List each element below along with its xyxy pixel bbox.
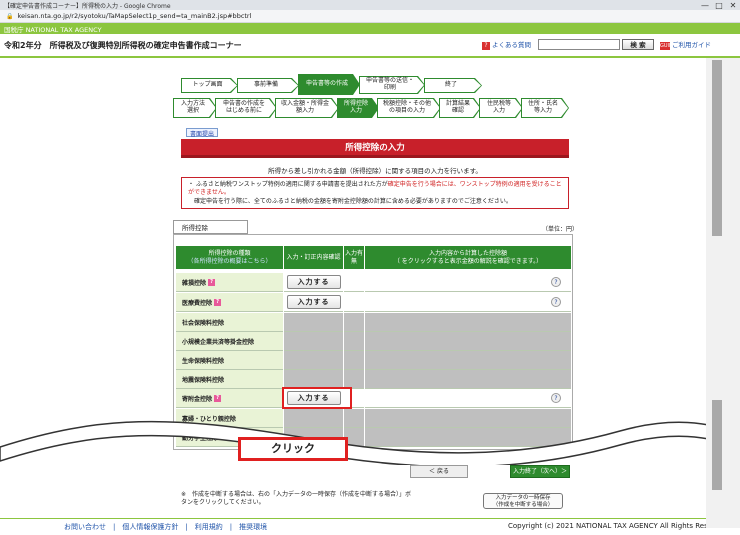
table-row-label: 雑損控除?	[176, 273, 283, 292]
agency-name: 国税庁 NATIONAL TAX AGENCY	[4, 25, 102, 34]
table-cell	[284, 313, 343, 332]
guide-link[interactable]: GUIDEご利用ガイド	[660, 39, 711, 50]
search-input[interactable]	[538, 39, 620, 50]
minimize-button[interactable]: —	[698, 1, 712, 10]
table-row-label: 地震保険料控除	[176, 370, 283, 389]
document-submit-button[interactable]: 書面提出	[186, 128, 219, 138]
substep-method: 入力方法選択	[173, 98, 217, 118]
guide-label[interactable]: ご利用ガイド	[672, 41, 711, 49]
substep-taxcredit: 税額控除・その他の項目の入力	[377, 98, 441, 118]
browser-tab-title: 【確定申告書作成コーナー】所得税の入力 - Google Chrome	[4, 2, 171, 10]
table-row-label: 社会保険料控除	[176, 313, 283, 332]
question-icon[interactable]: ?	[214, 394, 222, 402]
col-header-type: 所得控除の種類 （各所得控除の概要はこちら）	[176, 246, 283, 269]
table-cell	[284, 351, 343, 370]
close-button[interactable]: ✕	[726, 1, 740, 10]
question-icon[interactable]: ?	[214, 298, 222, 306]
table-cell	[365, 332, 571, 351]
table-cell	[344, 273, 364, 292]
faq-link[interactable]: ? よくある質問	[482, 39, 531, 50]
back-button[interactable]: ＜ 戻る	[410, 465, 468, 478]
substep-deduction: 所得控除入力	[337, 98, 379, 118]
copyright: Copyright (c) 2021 NATIONAL TAX AGENCY A…	[508, 522, 731, 530]
step-top: トップ画面	[181, 78, 238, 93]
table-cell	[284, 332, 343, 351]
lock-icon: 🔒	[6, 12, 14, 20]
table-cell	[344, 332, 364, 351]
click-callout: クリック	[238, 437, 348, 461]
page-break-wave	[0, 420, 740, 465]
notice-box: ・ ふるさと納税ワンストップ特例の適用に関する申請書を提出された方が確定申告を行…	[181, 177, 569, 209]
maximize-button[interactable]: □	[712, 1, 726, 10]
browser-titlebar: 【確定申告書作成コーナー】所得税の入力 - Google Chrome — □ …	[0, 0, 740, 10]
step-end: 終了	[424, 78, 482, 93]
faq-icon: ?	[482, 42, 490, 50]
table-cell	[365, 370, 571, 389]
intro-text: 所得から差し引かれる金額（所得控除）に関する項目の入力を行います。	[268, 167, 482, 175]
col-header-has: 入力有無	[344, 246, 364, 269]
overview-link[interactable]: （各所得控除の概要はこちら）	[187, 258, 271, 265]
search-button[interactable]: 検 索	[622, 39, 654, 50]
help-icon[interactable]: ?	[551, 393, 561, 403]
casualty-input-button[interactable]: 入力する	[286, 275, 341, 289]
panel-tab: 所得控除	[173, 220, 248, 234]
save-button-sublabel: （作成を中断する場合）	[492, 502, 554, 509]
click-highlight	[282, 387, 352, 409]
substep-result: 計算結果確認	[439, 98, 481, 118]
table-cell: 入力する	[284, 273, 343, 292]
faq-label[interactable]: よくある質問	[492, 41, 531, 49]
table-cell	[365, 351, 571, 370]
guide-icon: GUIDE	[660, 42, 677, 50]
question-icon[interactable]: ?	[208, 278, 216, 286]
table-cell	[344, 293, 364, 312]
col-header-result: 入力内容から計算した控除額（ をクリックすると表示金額の解説を確認できます。）	[365, 246, 571, 269]
table-cell: ?	[365, 293, 571, 312]
scrollbar-thumb-lower[interactable]	[712, 400, 722, 490]
step-create: 申告書等の作成	[298, 74, 360, 95]
substep-before: 申告書の作成をはじめる前に	[215, 98, 277, 118]
agency-banner: 国税庁 NATIONAL TAX AGENCY	[0, 23, 740, 34]
table-row-label: 小規模企業共済等掛金控除	[176, 332, 283, 351]
save-temp-button[interactable]: 入力データの一時保存 （作成を中断する場合）	[483, 493, 563, 509]
scrollbar-thumb[interactable]	[712, 60, 722, 236]
table-cell	[344, 351, 364, 370]
substep-address: 住所・氏名等入力	[521, 98, 569, 118]
next-button[interactable]: 入力終了（次へ）＞	[510, 465, 570, 478]
medical-input-button[interactable]: 入力する	[286, 295, 341, 309]
address-bar[interactable]: 🔒 keisan.nta.go.jp/r2/syotoku/TaMapSelec…	[0, 10, 740, 23]
table-cell	[344, 313, 364, 332]
step-send: 申告書等の送信・印刷	[359, 76, 425, 94]
substep-income: 収入金額・所得金額入力	[275, 98, 339, 118]
unit-label: （単位：円）	[542, 226, 579, 233]
footer-links[interactable]: お問い合わせ | 個人情報保護方針 | 利用規約 | 推奨環境	[64, 522, 267, 532]
table-cell: ?	[365, 273, 571, 292]
table-cell	[365, 313, 571, 332]
help-icon[interactable]: ?	[551, 297, 561, 307]
section-title: 所得控除の入力	[181, 139, 569, 158]
step-prep: 事前準備	[237, 78, 299, 93]
notice-text-1: ・ ふるさと納税ワンストップ特例の適用に関する申請書を提出された方が	[188, 181, 388, 188]
notice-text-2: 確定申告を行う際に、全てのふるさと納税の金額を寄附金控除額の計算に含める必要があ…	[194, 197, 512, 205]
table-row-label: 生命保険料控除	[176, 351, 283, 370]
page-title: 令和2年分 所得税及び復興特別所得税の確定申告書作成コーナー	[4, 40, 242, 50]
substep-resident: 住民税等入力	[479, 98, 523, 118]
suspend-note: ※ 作成を中断する場合は、右の「入力データの一時保存（作成を中断する場合）」ボタ…	[181, 491, 412, 507]
url-text[interactable]: keisan.nta.go.jp/r2/syotoku/TaMapSelect1…	[17, 12, 251, 20]
table-row-label: 寄附金控除?	[176, 389, 283, 408]
help-icon[interactable]: ?	[551, 277, 561, 287]
table-row-label: 医療費控除?	[176, 293, 283, 312]
table-cell: ?	[365, 389, 571, 408]
col-header-input: 入力・訂正内容確認	[284, 246, 343, 269]
table-cell: 入力する	[284, 293, 343, 312]
